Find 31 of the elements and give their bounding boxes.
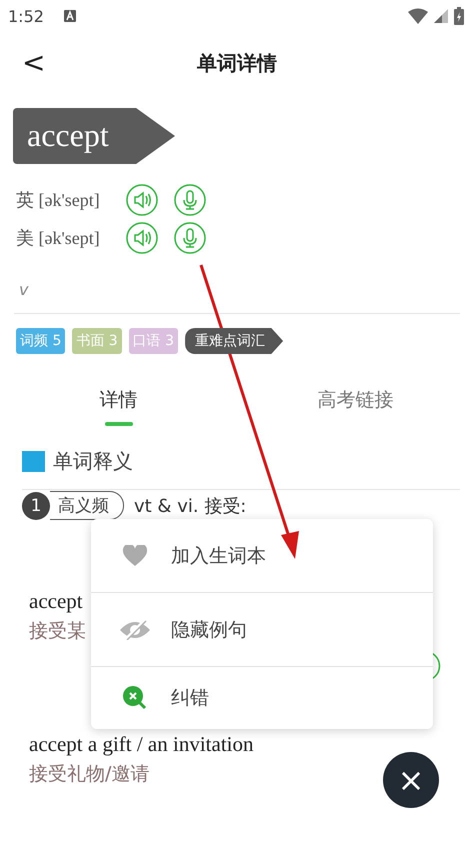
signal-icon (434, 9, 448, 23)
definition-text: vt & vi. 接受: (134, 494, 246, 518)
example-sentence: accept (29, 589, 83, 614)
tab[interactable]: 详情 (0, 372, 237, 428)
microphone-icon[interactable] (174, 184, 206, 216)
pronunciation-text: 美 [ək'sept] (16, 227, 101, 250)
sense-number: 1 (22, 492, 50, 520)
example-sentence: accept a gift / an invitation (29, 732, 254, 757)
example-translation: 接受礼物/邀请 (29, 762, 150, 787)
part-of-speech: v (19, 280, 30, 299)
notification-icon (64, 10, 76, 22)
back-button[interactable]: < (14, 42, 54, 83)
section-marker-icon (22, 451, 45, 472)
eye-crossed-icon (119, 620, 151, 640)
tag: 口语 3 (128, 328, 178, 354)
menu-item[interactable]: 纠错 (91, 667, 433, 729)
word-banner: accept (13, 108, 175, 164)
example-translation: 接受某 (29, 619, 86, 644)
tag: 书面 3 (72, 328, 122, 354)
battery-icon (454, 7, 464, 25)
status-time: 1:52 (8, 6, 44, 26)
pronunciation-text: 英 [ək'sept] (16, 189, 101, 212)
tag: 词频 5 (16, 328, 66, 354)
tag: 重难点词汇 (185, 328, 284, 354)
menu-item[interactable]: 隐藏例句 (91, 593, 433, 667)
wifi-icon (408, 8, 428, 24)
tab[interactable]: 高考链接 (237, 372, 474, 428)
microphone-icon[interactable] (174, 222, 206, 254)
page-title: 单词详情 (197, 50, 277, 76)
section-title: 单词释义 (53, 448, 133, 475)
close-button[interactable]: × (383, 752, 439, 808)
